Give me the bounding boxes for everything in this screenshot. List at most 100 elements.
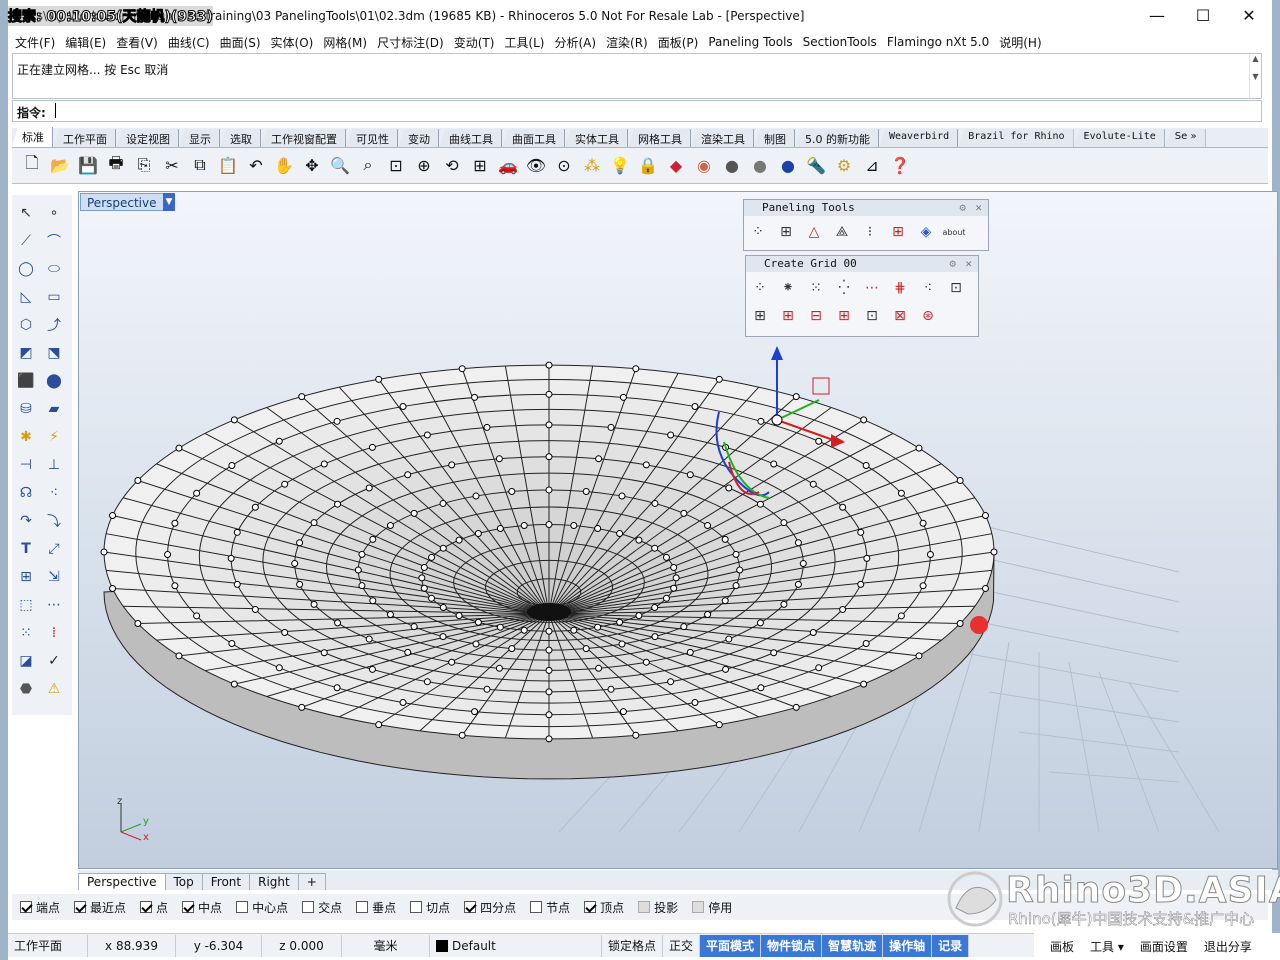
panel-grid-icon[interactable]: ⊞: [774, 220, 798, 244]
osnap-option[interactable]: 垂点: [356, 899, 396, 916]
pan-hand-icon[interactable]: ✋: [272, 153, 296, 177]
move-icon[interactable]: ⇲: [42, 565, 66, 589]
boolean-icon[interactable]: ☊: [14, 481, 38, 505]
box-icon[interactable]: ⬛: [14, 369, 38, 393]
render-sphere-icon[interactable]: ●: [776, 153, 800, 177]
tab-set-view[interactable]: 设定视图: [116, 129, 179, 147]
osnap-checkbox[interactable]: [692, 901, 705, 913]
four-viewports-icon[interactable]: ⊞: [468, 153, 492, 177]
dimension-icon[interactable]: ⊿: [860, 153, 884, 177]
osnap-option[interactable]: 端点: [20, 899, 60, 916]
grid-flip-icon[interactable]: ⊠: [888, 304, 912, 328]
tab-select[interactable]: 选取: [220, 129, 261, 147]
osnap-option[interactable]: 中心点: [236, 899, 288, 916]
menu-surface[interactable]: 曲面(S): [220, 34, 261, 51]
osnap-option[interactable]: 点: [140, 899, 168, 916]
osnap-checkbox[interactable]: [140, 901, 153, 913]
copy-icon[interactable]: ⧉: [188, 153, 212, 177]
menu-dimension[interactable]: 尺寸标注(D): [377, 34, 444, 51]
fillet-icon[interactable]: ↷: [14, 509, 38, 533]
panel-morph-icon[interactable]: ⟁: [830, 220, 854, 244]
arc-icon[interactable]: ◺: [14, 285, 38, 309]
group-icon[interactable]: ⁖: [42, 481, 66, 505]
tab-surface-tools[interactable]: 曲面工具: [502, 129, 565, 147]
material-icon[interactable]: ◆: [664, 153, 688, 177]
toggle-record-history[interactable]: 记录: [932, 934, 970, 957]
minimize-button[interactable]: —: [1134, 4, 1180, 28]
render-mesh-icon[interactable]: ⬣: [14, 677, 38, 701]
status-layer[interactable]: Default: [430, 934, 602, 957]
grid-rotate-icon[interactable]: ⊛: [916, 304, 940, 328]
osnap-option[interactable]: 最近点: [74, 899, 126, 916]
panel-grid-points-icon[interactable]: ⁘: [746, 220, 770, 244]
zoom-window-icon[interactable]: ⌕: [356, 153, 380, 177]
join-icon[interactable]: ⊥: [42, 453, 66, 477]
vtab-perspective[interactable]: Perspective: [78, 873, 166, 890]
grid-points-icon[interactable]: ⁘: [748, 276, 772, 300]
grid-array-icon[interactable]: ⁙: [14, 621, 38, 645]
osnap-checkbox[interactable]: [638, 901, 651, 913]
osnap-option[interactable]: 切点: [410, 899, 450, 916]
player-screen-settings[interactable]: 画面设置: [1140, 938, 1188, 955]
osnap-option[interactable]: 四分点: [464, 899, 516, 916]
osnap-option[interactable]: 交点: [302, 899, 342, 916]
maximize-button[interactable]: ☐: [1180, 4, 1226, 28]
toggle-ortho[interactable]: 正交: [663, 934, 701, 957]
menu-paneling-tools[interactable]: Paneling Tools: [708, 35, 792, 49]
osnap-option[interactable]: 投影: [638, 899, 678, 916]
player-exit-share[interactable]: 退出分享: [1204, 938, 1252, 955]
tab-display[interactable]: 显示: [179, 129, 220, 147]
polygon-icon[interactable]: ⬡: [14, 313, 38, 337]
color-wheel-icon[interactable]: ◉: [692, 153, 716, 177]
tab-transform[interactable]: 变动: [398, 129, 439, 147]
osnap-checkbox[interactable]: [530, 901, 543, 913]
extrude-icon[interactable]: ⬔: [42, 341, 66, 365]
check-icon[interactable]: ✓: [42, 649, 66, 673]
curve-icon[interactable]: ⌒: [42, 229, 66, 253]
menu-mesh[interactable]: 网格(M): [323, 34, 367, 51]
panel-close-icon[interactable]: ✕: [975, 200, 982, 216]
tab-viewport-layout[interactable]: 工作视窗配置: [261, 129, 346, 147]
status-cplane[interactable]: 工作平面: [8, 934, 88, 957]
cut-icon[interactable]: ✂: [160, 153, 184, 177]
grid-cross-icon[interactable]: ⋕: [888, 276, 912, 300]
osnap-checkbox[interactable]: [302, 901, 315, 913]
viewport-title[interactable]: Perspective: [80, 193, 164, 211]
menu-panels[interactable]: 面板(P): [658, 34, 699, 51]
gear-settings-icon[interactable]: ⚙: [832, 153, 856, 177]
osnap-checkbox[interactable]: [356, 901, 369, 913]
analyze-icon[interactable]: ◪: [14, 649, 38, 673]
import-icon[interactable]: ⎘: [132, 153, 156, 177]
osnap-checkbox[interactable]: [464, 901, 477, 913]
player-canvas[interactable]: 画板: [1050, 938, 1074, 955]
trim-icon[interactable]: ⚡: [42, 425, 66, 449]
tab-drafting[interactable]: 制图: [754, 129, 795, 147]
car-icon[interactable]: 🚗: [496, 153, 520, 177]
tab-visibility[interactable]: 可见性: [346, 129, 398, 147]
osnap-icon[interactable]: ⊙: [552, 153, 576, 177]
osnap-checkbox[interactable]: [20, 901, 32, 913]
block-icon[interactable]: ⬚: [14, 593, 38, 617]
grid-surface-icon[interactable]: ⁛: [832, 276, 856, 300]
undo-icon[interactable]: ↶: [244, 153, 268, 177]
tab-cplanes[interactable]: 工作平面: [53, 129, 116, 147]
zoom-extents-icon[interactable]: ⊡: [384, 153, 408, 177]
zoom-icon[interactable]: 🔍: [328, 153, 352, 177]
cylinder-icon[interactable]: ⛁: [14, 397, 38, 421]
toggle-smarttrack[interactable]: 智慧轨迹: [822, 934, 884, 957]
mesh-plane-icon[interactable]: ▰: [42, 397, 66, 421]
osnap-checkbox[interactable]: [584, 901, 597, 913]
grid-dense-icon[interactable]: ⁖: [916, 276, 940, 300]
grid-polar-icon[interactable]: ⁕: [776, 276, 800, 300]
toggle-planar[interactable]: 平面模式: [700, 934, 762, 957]
paste-icon[interactable]: 📋: [216, 153, 240, 177]
menu-curve[interactable]: 曲线(C): [168, 34, 210, 51]
menu-sectiontools[interactable]: SectionTools: [803, 35, 877, 49]
point-icon[interactable]: ∘: [42, 201, 66, 225]
create-grid-header[interactable]: Create Grid 00 ⚙ ✕: [746, 256, 978, 272]
polyline-icon[interactable]: ⟋: [14, 229, 38, 253]
osnap-checkbox[interactable]: [182, 901, 195, 913]
tab-mesh-tools[interactable]: 网格工具: [628, 129, 691, 147]
paneling-tools-header[interactable]: Paneling Tools ⚙ ✕: [744, 200, 988, 216]
rectangle-icon[interactable]: ▭: [42, 285, 66, 309]
